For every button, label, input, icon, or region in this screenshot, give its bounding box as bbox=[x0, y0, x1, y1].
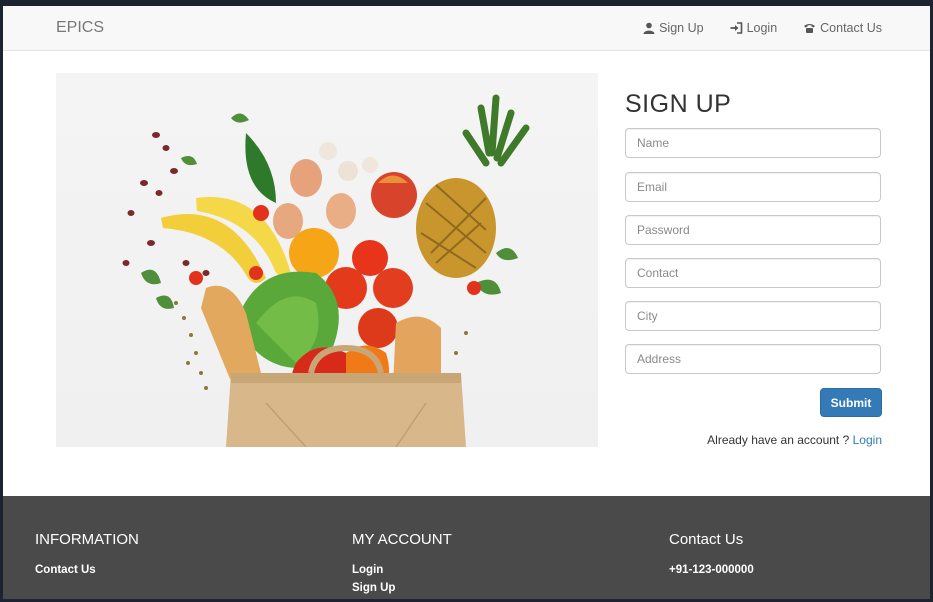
brand-logo[interactable]: EPICS bbox=[56, 19, 104, 37]
navbar: EPICS Sign Up Login Contact Us bbox=[3, 6, 930, 51]
nav-links: Sign Up Login Contact Us bbox=[643, 21, 882, 35]
footer-contact-us-link[interactable]: Contact Us bbox=[35, 561, 139, 579]
beans bbox=[122, 132, 210, 276]
login-link[interactable]: Login bbox=[853, 433, 882, 447]
footer-information-title: INFORMATION bbox=[35, 531, 139, 548]
contact-field[interactable] bbox=[625, 258, 881, 288]
nav-contact-label: Contact Us bbox=[820, 21, 882, 35]
password-field[interactable] bbox=[625, 215, 881, 245]
footer-contact: Contact Us +91-123-000000 bbox=[669, 531, 754, 579]
signup-title: SIGN UP bbox=[625, 90, 732, 118]
user-icon bbox=[643, 22, 655, 34]
email-field[interactable] bbox=[625, 172, 881, 202]
phone-icon bbox=[804, 24, 816, 33]
page-frame: EPICS Sign Up Login Contact Us SIGN UP N… bbox=[3, 6, 930, 599]
nav-signup-link[interactable]: Sign Up bbox=[643, 21, 704, 35]
footer-login-link[interactable]: Login bbox=[352, 561, 452, 579]
nav-contact-link[interactable]: Contact Us bbox=[803, 21, 882, 35]
city-field[interactable] bbox=[625, 301, 881, 331]
nav-login-label: Login bbox=[746, 21, 778, 35]
submit-button[interactable]: Submit bbox=[820, 388, 882, 417]
already-account-label: Already have an account ? bbox=[707, 433, 850, 447]
address-field[interactable] bbox=[625, 344, 881, 374]
name-field[interactable] bbox=[625, 128, 881, 158]
footer-phone: +91-123-000000 bbox=[669, 564, 754, 576]
nav-signup-label: Sign Up bbox=[659, 21, 704, 35]
grocery-illustration bbox=[122, 94, 530, 447]
already-account-text: Already have an account ? Login bbox=[707, 433, 882, 447]
footer: INFORMATION Contact Us MY ACCOUNT Login … bbox=[3, 496, 930, 599]
footer-information: INFORMATION Contact Us bbox=[35, 531, 139, 579]
footer-my-account: MY ACCOUNT Login Sign Up bbox=[352, 531, 452, 597]
login-icon bbox=[730, 22, 742, 34]
hero-image bbox=[56, 73, 598, 447]
footer-signup-link[interactable]: Sign Up bbox=[352, 579, 452, 597]
nav-login-link[interactable]: Login bbox=[730, 21, 778, 35]
footer-contact-title: Contact Us bbox=[669, 531, 744, 548]
footer-my-account-title: MY ACCOUNT bbox=[352, 531, 452, 548]
